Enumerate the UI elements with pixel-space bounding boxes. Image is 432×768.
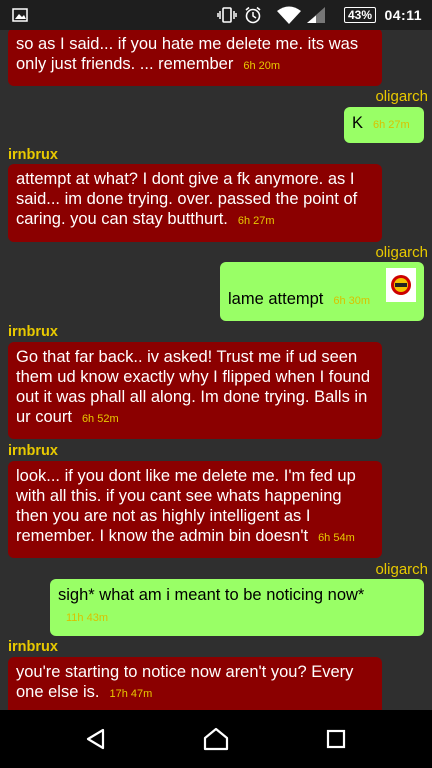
avatar-emblem-icon <box>391 275 411 295</box>
message-bubble-incoming[interactable]: attempt at what? I dont give a fk anymor… <box>8 164 382 242</box>
message-text: you're starting to notice now aren't you… <box>16 663 354 701</box>
recents-icon[interactable] <box>320 724 352 754</box>
message-text: attempt at what? I dont give a fk anymor… <box>16 170 358 228</box>
message-timestamp: 6h 30m <box>333 295 371 307</box>
clock: 04:11 <box>384 7 422 23</box>
battery-icon: 43% <box>344 0 377 30</box>
sender-name: oligarch <box>375 88 428 105</box>
message-text: look... if you dont like me delete me. I… <box>16 467 356 545</box>
message-text: Go that far back.. iv asked! Trust me if… <box>16 348 371 426</box>
status-bar: 43% 04:11 <box>0 0 432 30</box>
navigation-bar <box>0 710 432 768</box>
battery-percent: 43% <box>344 7 377 23</box>
message-bubble-incoming[interactable]: you're starting to notice now aren't you… <box>8 657 382 710</box>
message-timestamp: 6h 54m <box>318 532 355 544</box>
message-text: so as I said... if you hate me delete me… <box>16 35 359 73</box>
signal-icon <box>306 0 326 30</box>
home-icon[interactable] <box>200 724 232 754</box>
sender-name: oligarch <box>375 561 428 578</box>
chat-thread[interactable]: so as I said... if you hate me delete me… <box>0 30 432 710</box>
message-timestamp: 6h 27m <box>373 119 410 131</box>
image-icon <box>12 0 28 30</box>
message-text: K <box>352 114 364 132</box>
message-timestamp: 6h 27m <box>237 215 275 227</box>
sender-name: irnbrux <box>8 639 58 655</box>
sender-name: irnbrux <box>8 147 58 163</box>
sender-name: irnbrux <box>8 324 58 340</box>
back-icon[interactable] <box>80 724 112 754</box>
sender-name: irnbrux <box>8 443 58 459</box>
message-bubble-outgoing[interactable]: lame attempt 6h 30m <box>220 262 424 321</box>
message-bubble-incoming[interactable]: Go that far back.. iv asked! Trust me if… <box>8 342 382 439</box>
message-bubble-outgoing[interactable]: K 6h 27m <box>344 107 424 143</box>
message-bubble-incoming[interactable]: so as I said... if you hate me delete me… <box>8 30 382 86</box>
message-text: sigh* what am i meant to be noticing now… <box>58 586 365 604</box>
message-timestamp: 17h 47m <box>109 688 153 700</box>
message-bubble-incoming[interactable]: look... if you dont like me delete me. I… <box>8 461 382 558</box>
avatar[interactable] <box>386 268 416 302</box>
vibrate-icon <box>216 0 238 30</box>
message-timestamp: 6h 52m <box>81 413 119 425</box>
message-timestamp: 6h 20m <box>243 60 281 72</box>
message-text: lame attempt <box>228 290 324 308</box>
message-timestamp: 11h 43m <box>66 612 108 624</box>
wifi-icon <box>276 0 302 30</box>
alarm-icon <box>244 0 262 30</box>
sender-name: oligarch <box>375 244 428 261</box>
message-bubble-outgoing[interactable]: sigh* what am i meant to be noticing now… <box>50 579 424 636</box>
